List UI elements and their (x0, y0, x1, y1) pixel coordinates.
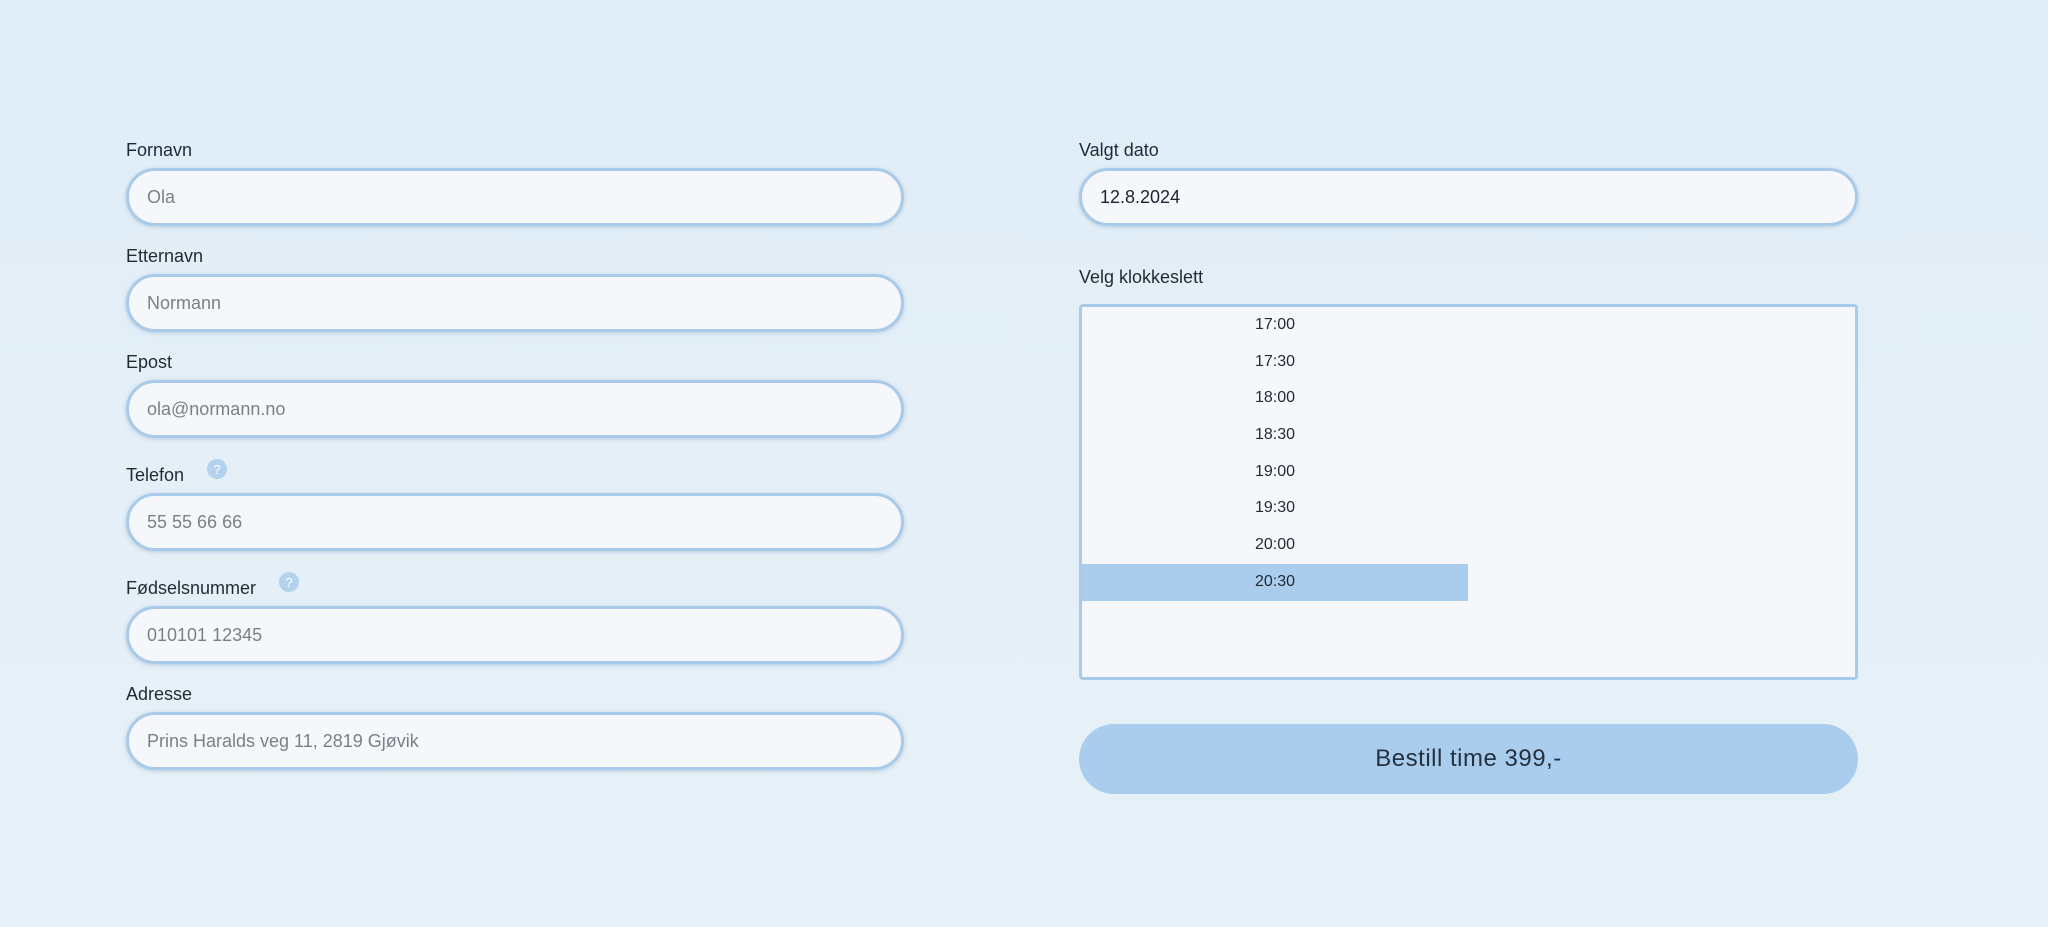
last-name-label: Etternavn (126, 246, 203, 267)
ssn-label-text: Fødselsnummer (126, 578, 257, 598)
time-option[interactable]: 19:30 (1082, 490, 1468, 527)
first-name-label: Fornavn (126, 140, 192, 161)
ssn-help-icon[interactable]: ? (279, 572, 299, 592)
ssn-input[interactable] (126, 606, 904, 664)
time-option[interactable]: 17:00 (1082, 307, 1468, 344)
email-label: Epost (126, 352, 172, 373)
phone-input[interactable] (126, 493, 904, 551)
order-appointment-button[interactable]: Bestill time 399,- (1079, 724, 1858, 794)
date-input[interactable] (1079, 168, 1858, 226)
phone-label-text: Telefon (126, 465, 185, 485)
email-input[interactable] (126, 380, 904, 438)
last-name-input[interactable] (126, 274, 904, 332)
first-name-input[interactable] (126, 168, 904, 226)
date-label: Valgt dato (1079, 140, 1159, 161)
time-label: Velg klokkeslett (1079, 267, 1203, 288)
first-name-label-text: Fornavn (126, 140, 193, 160)
ssn-label: Fødselsnummer ? (126, 572, 299, 599)
time-option[interactable]: 18:00 (1082, 380, 1468, 417)
time-option[interactable]: 20:00 (1082, 527, 1468, 564)
phone-label: Telefon ? (126, 459, 227, 486)
email-label-text: Epost (126, 352, 173, 372)
last-name-label-text: Etternavn (126, 246, 204, 266)
address-label: Adresse (126, 684, 192, 705)
phone-help-icon[interactable]: ? (207, 459, 227, 479)
time-option[interactable]: 20:30 (1082, 563, 1468, 601)
address-label-text: Adresse (126, 684, 193, 704)
address-input[interactable] (126, 712, 904, 770)
time-select-list[interactable]: 17:00 17:30 18:00 18:30 19:00 19:30 20:00 20:30 (1079, 304, 1858, 680)
time-label-text: Velg klokkeslett (1079, 267, 1204, 287)
time-option[interactable]: 18:30 (1082, 417, 1468, 454)
time-option[interactable]: 17:30 (1082, 344, 1468, 381)
date-label-text: Valgt dato (1079, 140, 1159, 160)
time-option[interactable]: 19:00 (1082, 454, 1468, 491)
